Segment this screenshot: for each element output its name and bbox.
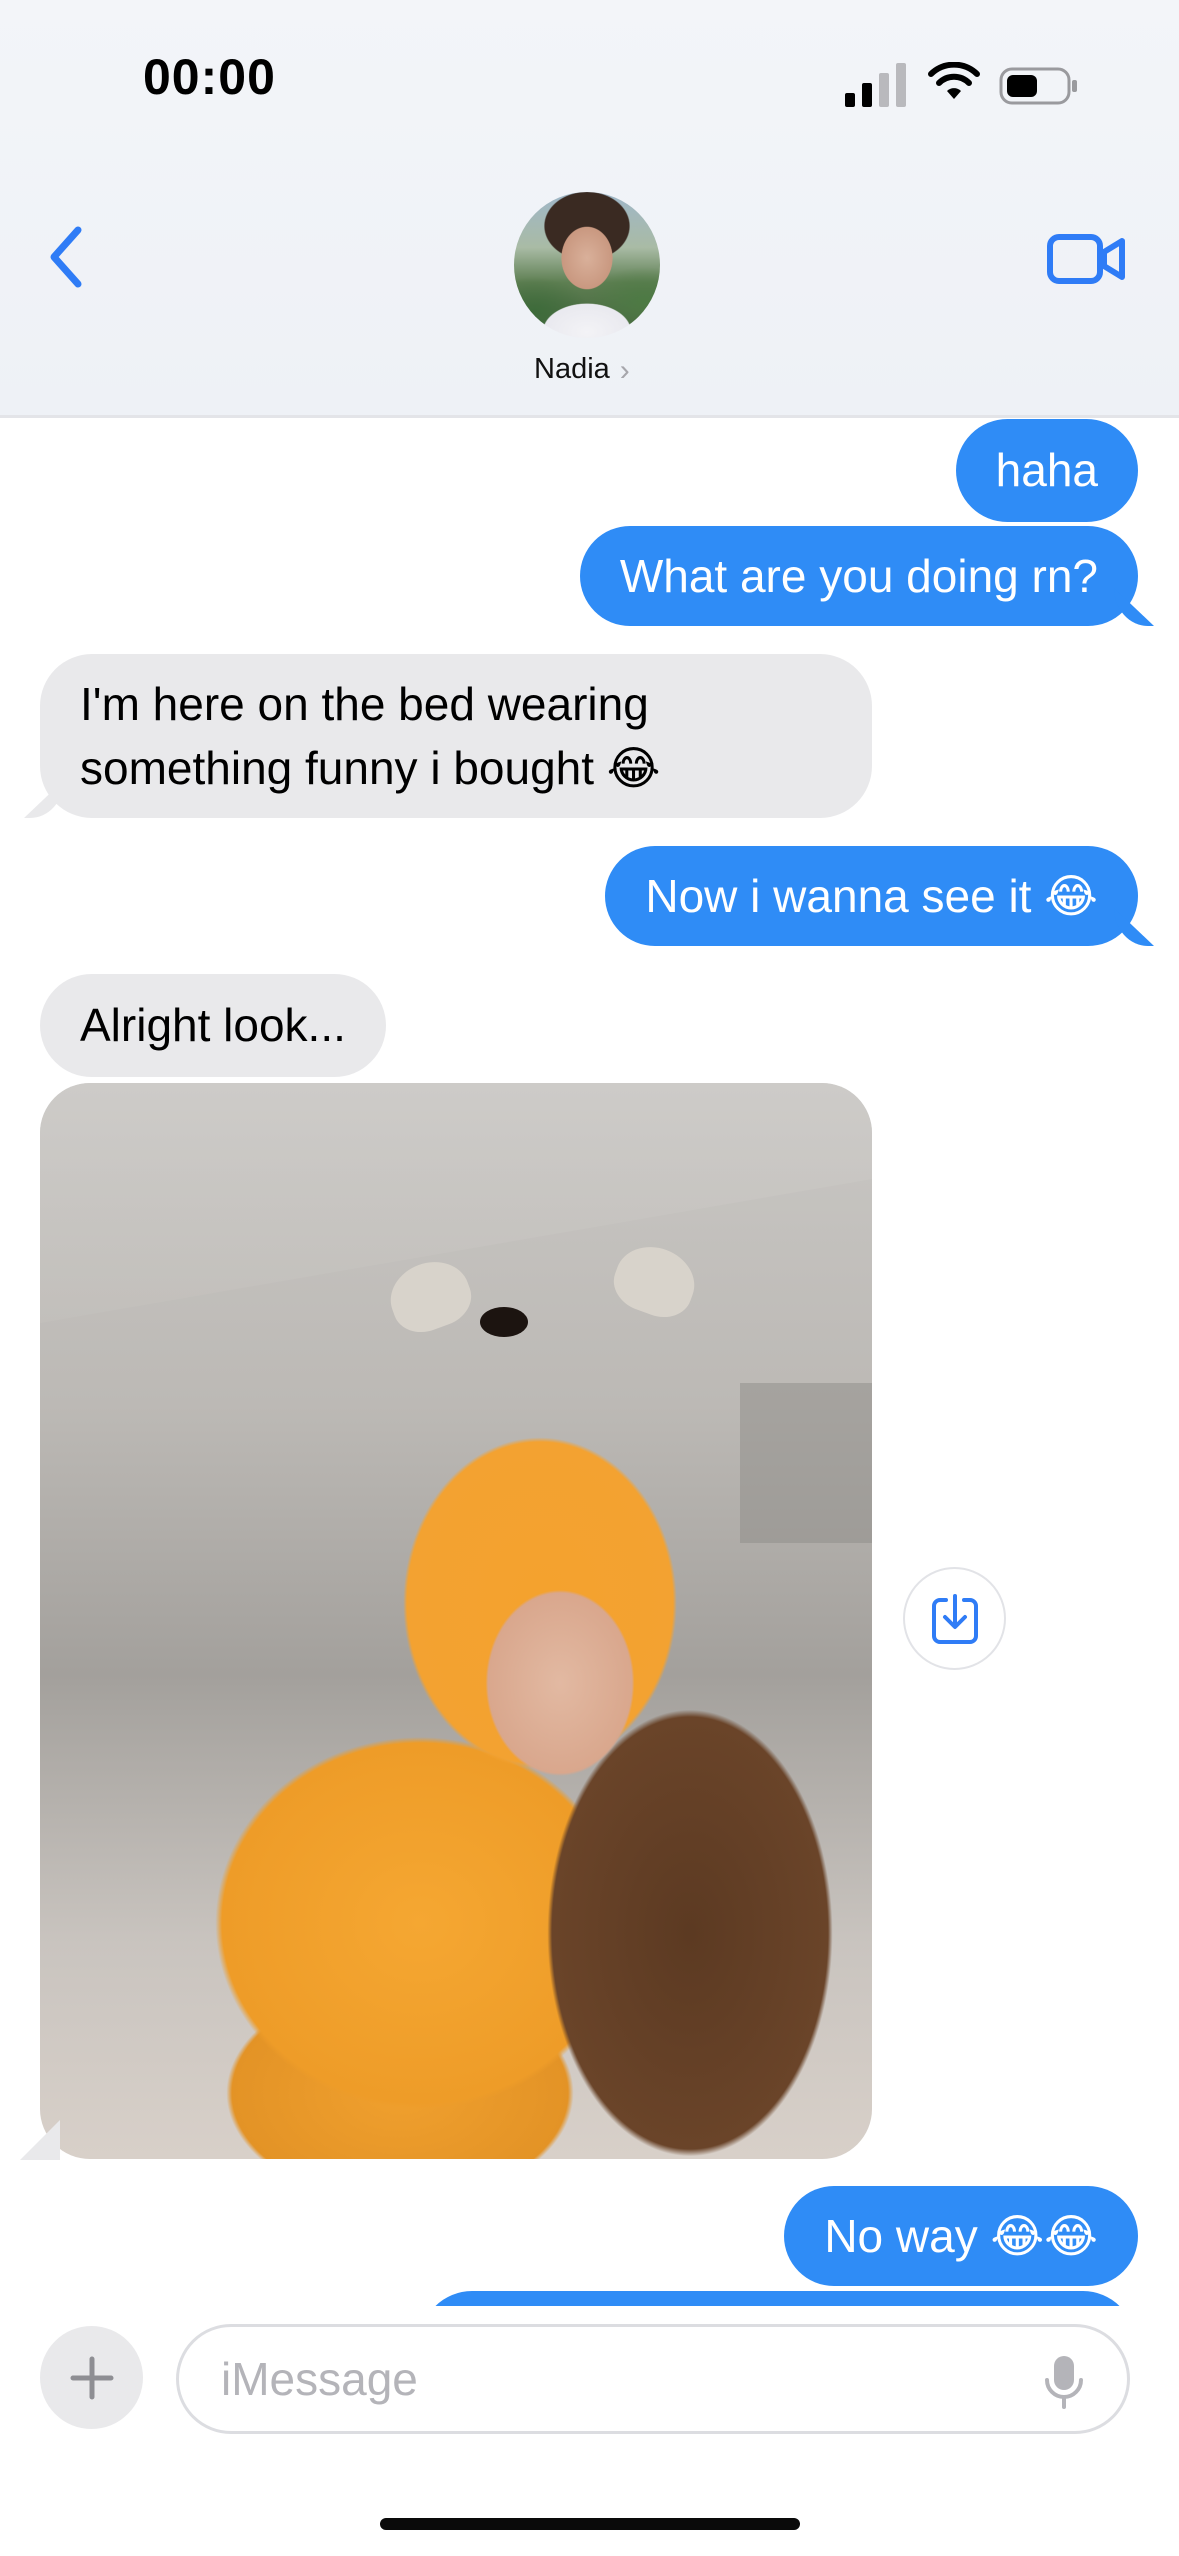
message-text: Now i wanna see it 😂 xyxy=(645,870,1098,922)
contact-avatar[interactable] xyxy=(514,192,660,338)
message-bubble-received[interactable]: Alright look... xyxy=(40,974,386,1077)
message-text: What are you doing rn? xyxy=(619,550,1098,602)
message-bubble-sent[interactable]: What are you doing rn? xyxy=(579,526,1138,626)
message-bubble-received[interactable]: I'm here on the bed wearing something fu… xyxy=(40,654,872,818)
imessage-input[interactable] xyxy=(176,2324,1130,2434)
apps-plus-button[interactable] xyxy=(40,2326,143,2429)
conversation-header: 00:00 Nadia › xyxy=(0,0,1179,418)
message-bubble-sent[interactable]: haha xyxy=(955,419,1138,522)
message-text: No way 😂😂 xyxy=(824,2210,1098,2262)
message-text-line: something funny i bought 😂 xyxy=(80,742,661,794)
home-indicator[interactable] xyxy=(380,2518,800,2530)
contact-name-link[interactable]: Nadia › xyxy=(534,350,630,388)
photo-tail xyxy=(20,2120,60,2160)
microphone-icon[interactable] xyxy=(1044,2354,1084,2410)
photo-attachment[interactable] xyxy=(40,1083,872,2159)
message-text: haha xyxy=(995,444,1098,496)
message-text: Alright look... xyxy=(80,999,346,1051)
save-download-icon xyxy=(931,1593,978,1644)
contact-name: Nadia xyxy=(534,352,610,385)
wifi-icon xyxy=(928,62,980,99)
message-bubble-sent[interactable]: Now i wanna see it 😂 xyxy=(605,846,1138,946)
message-bubble-sent[interactable]: No way 😂😂 xyxy=(784,2186,1138,2286)
video-camera-icon[interactable] xyxy=(1046,232,1128,286)
battery-icon xyxy=(999,67,1077,105)
save-photo-button[interactable] xyxy=(903,1567,1006,1670)
cellular-signal-icon xyxy=(845,62,907,107)
chevron-right-icon: › xyxy=(619,354,630,387)
status-time: 00:00 xyxy=(143,49,276,105)
message-text-line: I'm here on the bed wearing xyxy=(80,678,649,730)
plus-icon xyxy=(70,2356,113,2399)
back-chevron-icon[interactable] xyxy=(42,222,92,292)
